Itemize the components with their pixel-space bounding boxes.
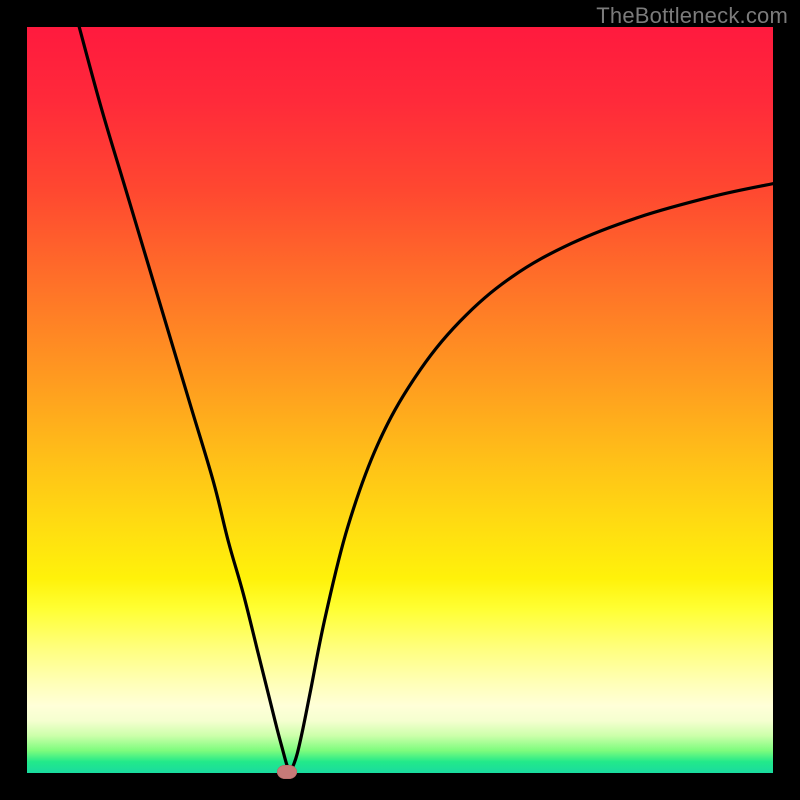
minimum-marker: [277, 765, 297, 779]
chart-curve: [27, 27, 773, 773]
chart-frame: TheBottleneck.com: [0, 0, 800, 800]
plot-area: [27, 27, 773, 773]
watermark-text: TheBottleneck.com: [596, 3, 788, 29]
